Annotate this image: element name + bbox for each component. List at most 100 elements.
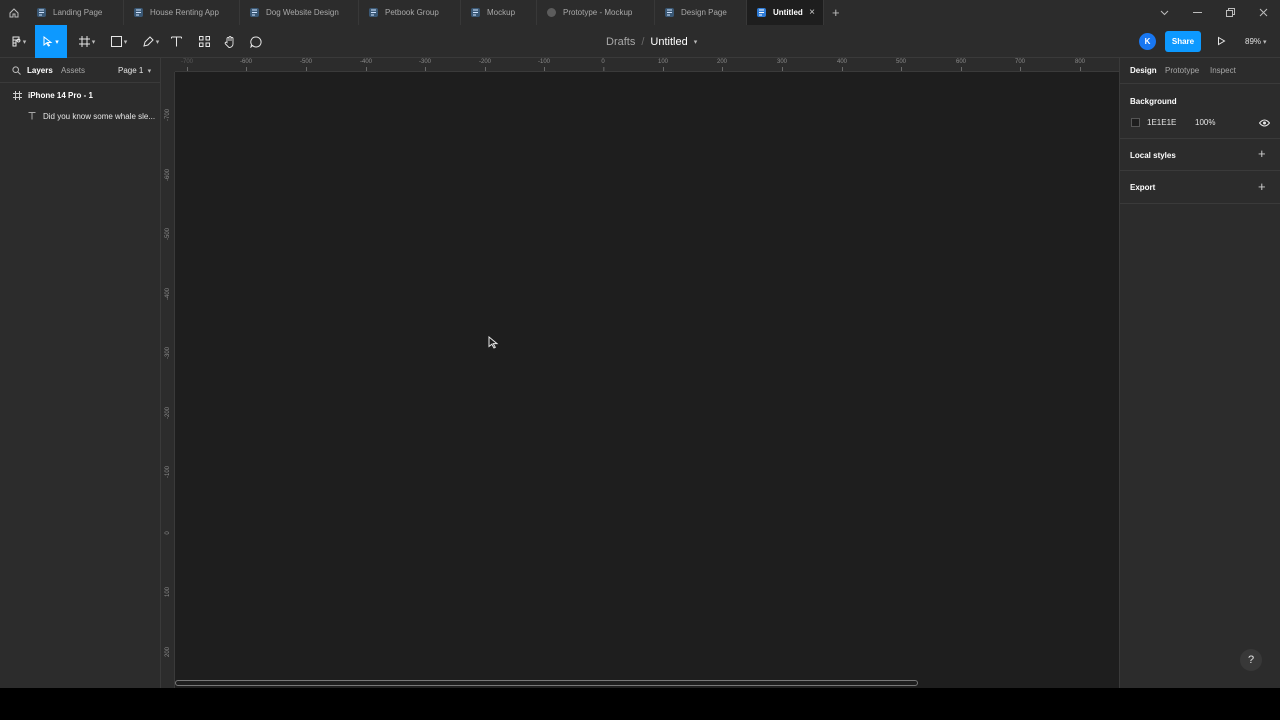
chevron-down-icon[interactable]: ▾ (694, 38, 698, 46)
tab-label: Landing Page (53, 8, 103, 17)
canvas[interactable]: -700 -600 -500 -400 -300 -200 -100 0 100… (161, 58, 1119, 688)
restore-icon[interactable] (1214, 0, 1247, 25)
file-name[interactable]: Untitled (650, 36, 687, 48)
zoom-level: 89% (1245, 37, 1262, 46)
move-tool-button[interactable]: ▾ (35, 25, 67, 58)
page-selector[interactable]: Page 1 ▾ (118, 66, 151, 75)
zoom-menu[interactable]: 89% ▾ (1245, 25, 1267, 58)
ruler-tick: 200 (716, 59, 728, 71)
close-window-icon[interactable] (1247, 0, 1280, 25)
vertical-ruler: -700 -600 -500 -400 -300 -200 -100 0 100… (161, 58, 175, 688)
horizontal-scrollbar[interactable] (175, 680, 918, 686)
ruler-tick: 300 (776, 59, 788, 71)
tab-label: Untitled (773, 8, 803, 17)
tabs-dropdown-icon[interactable] (1148, 0, 1181, 25)
home-icon (9, 7, 18, 17)
add-local-style-button[interactable]: + (1258, 147, 1266, 160)
chevron-down-icon: ▾ (55, 38, 59, 46)
shape-tool-button[interactable]: ▾ (106, 25, 132, 58)
ruler-tick: 200 (165, 647, 171, 658)
left-panel-tabs: Layers Assets Page 1 ▾ (0, 58, 160, 83)
search-icon[interactable] (12, 66, 21, 78)
tab-petbook-group[interactable]: Petbook Group (359, 0, 461, 25)
tab-label: Dog Website Design (266, 8, 339, 17)
comment-icon (250, 35, 262, 48)
ruler-tick: -400 (359, 59, 373, 71)
ruler-corner (161, 58, 175, 72)
comment-tool-button[interactable] (247, 25, 265, 58)
ruler-tick: 0 (601, 59, 605, 71)
figma-file-icon (369, 8, 378, 17)
horizontal-ruler: -700 -600 -500 -400 -300 -200 -100 0 100… (175, 58, 1119, 72)
ruler-tick: -300 (165, 347, 171, 360)
text-icon (27, 111, 37, 121)
avatar[interactable]: K (1139, 33, 1156, 50)
tab-inspect[interactable]: Inspect (1210, 66, 1236, 75)
prototype-play-icon (547, 8, 556, 17)
tab-label: House Renting App (150, 8, 219, 17)
add-export-button[interactable]: + (1258, 180, 1266, 193)
tab-design[interactable]: Design (1130, 66, 1157, 75)
tab-layers[interactable]: Layers (27, 66, 53, 75)
layer-name: iPhone 14 Pro - 1 (28, 90, 93, 100)
ruler-tick: 600 (955, 59, 967, 71)
background-opacity-input[interactable]: 100% (1195, 118, 1215, 127)
ruler-tick: -200 (478, 59, 492, 71)
share-button[interactable]: Share (1165, 31, 1201, 52)
layer-text[interactable]: Did you know some whale sle... (0, 106, 161, 126)
layer-name: Did you know some whale sle... (43, 111, 156, 121)
hand-tool-button[interactable] (221, 25, 239, 58)
play-icon (1218, 36, 1226, 46)
background-hex-input[interactable]: 1E1E1E (1147, 118, 1176, 127)
tab-landing-page[interactable]: Landing Page (27, 0, 124, 25)
frame-icon (78, 36, 90, 47)
help-button[interactable]: ? (1240, 649, 1262, 671)
chevron-down-icon: ▾ (155, 38, 160, 46)
background-swatch[interactable] (1131, 118, 1140, 127)
ruler-tick: -400 (165, 288, 171, 301)
tab-dog-website-design[interactable]: Dog Website Design (240, 0, 359, 25)
local-styles-title: Local styles (1130, 151, 1176, 160)
minimize-icon[interactable] (1181, 0, 1214, 25)
tab-bar: Landing Page House Renting App Dog Websi… (0, 0, 1280, 25)
window-controls (1148, 0, 1280, 25)
chevron-down-icon: ▾ (1263, 38, 1267, 46)
ruler-tick: -100 (165, 466, 171, 479)
layers-panel: Layers Assets Page 1 ▾ iPhone 14 Pro - 1… (0, 58, 161, 688)
move-cursor-icon (43, 36, 53, 47)
export-title: Export (1130, 183, 1156, 192)
text-tool-button[interactable] (167, 25, 185, 58)
tab-label: Mockup (487, 8, 516, 17)
home-button[interactable] (0, 0, 27, 25)
tab-prototype-mockup[interactable]: Prototype - Mockup (537, 0, 655, 25)
frame-tool-button[interactable]: ▾ (74, 25, 100, 58)
layer-frame[interactable]: iPhone 14 Pro - 1 (0, 85, 161, 105)
tab-untitled[interactable]: Untitled × (747, 0, 824, 25)
figma-logo-icon (12, 36, 21, 46)
ruler-tick: -200 (165, 407, 171, 420)
tab-house-renting-app[interactable]: House Renting App (124, 0, 240, 25)
chevron-down-icon: ▾ (147, 68, 152, 75)
pen-tool-button[interactable]: ▾ (138, 25, 164, 58)
resources-tool-button[interactable] (195, 25, 213, 58)
tab-mockup[interactable]: Mockup (461, 0, 537, 25)
tab-prototype[interactable]: Prototype (1165, 66, 1199, 75)
breadcrumb: Drafts / Untitled ▾ (606, 25, 697, 58)
figma-file-icon (471, 8, 480, 17)
main-menu-button[interactable]: ▾ (6, 25, 32, 58)
tab-design-page[interactable]: Design Page (655, 0, 747, 25)
present-button[interactable] (1214, 34, 1228, 48)
chevron-down-icon: ▾ (22, 38, 27, 46)
close-tab-icon[interactable]: × (809, 7, 815, 18)
ruler-tick: 700 (1014, 59, 1026, 71)
eye-icon[interactable] (1258, 118, 1271, 130)
new-tab-button[interactable]: + (832, 5, 840, 20)
rectangle-icon (110, 36, 122, 47)
ruler-tick: 100 (657, 59, 669, 71)
tab-label: Prototype - Mockup (563, 8, 633, 17)
tab-assets[interactable]: Assets (61, 66, 85, 75)
figma-file-icon (37, 8, 46, 17)
pen-icon (143, 36, 154, 47)
properties-panel: Design Prototype Inspect Background 1E1E… (1119, 58, 1280, 688)
breadcrumb-project[interactable]: Drafts (606, 36, 635, 48)
